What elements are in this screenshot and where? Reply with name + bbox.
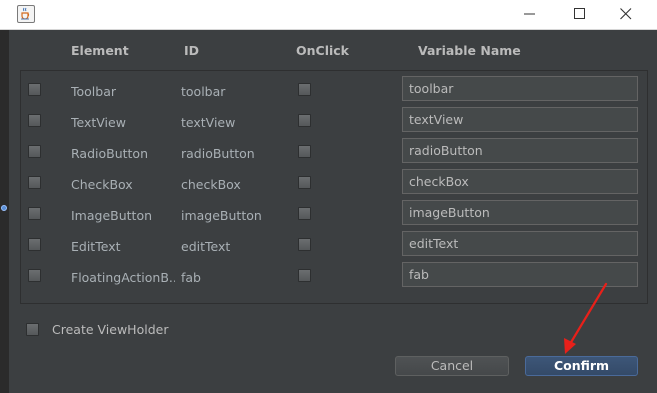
- select-checkbox[interactable]: [28, 269, 41, 282]
- create-viewholder-checkbox[interactable]: [26, 323, 39, 336]
- select-checkbox[interactable]: [28, 145, 41, 158]
- java-cup-icon: [17, 5, 35, 23]
- element-name: RadioButton: [71, 146, 148, 161]
- table-row: EditText editText editText: [21, 231, 647, 263]
- element-name: ImageButton: [71, 208, 153, 223]
- table-row: FloatingActionB... fab fab: [21, 262, 647, 294]
- select-checkbox[interactable]: [28, 176, 41, 189]
- element-id: checkBox: [181, 177, 241, 192]
- select-checkbox[interactable]: [28, 83, 41, 96]
- header-variable-name: Variable Name: [418, 43, 521, 58]
- onclick-checkbox[interactable]: [298, 269, 311, 282]
- table-row: RadioButton radioButton radioButton: [21, 138, 647, 170]
- onclick-checkbox[interactable]: [298, 238, 311, 251]
- element-id: fab: [181, 270, 201, 285]
- header-onclick: OnClick: [296, 43, 349, 58]
- header-element: Element: [71, 43, 129, 58]
- table-row: CheckBox checkBox checkBox: [21, 169, 647, 201]
- select-checkbox[interactable]: [28, 114, 41, 127]
- element-name: CheckBox: [71, 177, 133, 192]
- element-name: EditText: [71, 239, 121, 254]
- variable-name-field[interactable]: textView: [402, 107, 638, 132]
- close-icon: [620, 8, 632, 20]
- element-name: Toolbar: [71, 84, 117, 99]
- title-bar: [0, 0, 657, 30]
- onclick-checkbox[interactable]: [298, 83, 311, 96]
- element-table: Toolbar toolbar toolbar TextView textVie…: [20, 70, 648, 304]
- cancel-button[interactable]: Cancel: [395, 356, 509, 376]
- minimize-button[interactable]: [507, 0, 553, 29]
- variable-name-field[interactable]: imageButton: [402, 200, 638, 225]
- variable-name-field[interactable]: checkBox: [402, 169, 638, 194]
- confirm-button[interactable]: Confirm: [525, 356, 638, 376]
- element-name: FloatingActionB...: [71, 270, 175, 285]
- create-viewholder-label: Create ViewHolder: [52, 322, 169, 337]
- variable-name-field[interactable]: radioButton: [402, 138, 638, 163]
- window-edge: [0, 30, 9, 393]
- element-id: toolbar: [181, 84, 226, 99]
- minimize-icon: [524, 13, 535, 15]
- element-name: TextView: [71, 115, 126, 130]
- onclick-checkbox[interactable]: [298, 145, 311, 158]
- onclick-checkbox[interactable]: [298, 114, 311, 127]
- onclick-checkbox[interactable]: [298, 207, 311, 220]
- select-checkbox[interactable]: [28, 238, 41, 251]
- maximize-icon: [574, 8, 585, 19]
- variable-name-field[interactable]: editText: [402, 231, 638, 256]
- variable-name-field[interactable]: toolbar: [402, 76, 638, 101]
- table-row: Toolbar toolbar toolbar: [21, 76, 647, 108]
- onclick-checkbox[interactable]: [298, 176, 311, 189]
- maximize-button[interactable]: [557, 0, 603, 29]
- table-row: TextView textView textView: [21, 107, 647, 139]
- element-id: textView: [181, 115, 236, 130]
- header-id: ID: [184, 43, 200, 58]
- select-checkbox[interactable]: [28, 207, 41, 220]
- annotation-arrow-icon: [564, 282, 608, 354]
- element-id: radioButton: [181, 146, 255, 161]
- close-button[interactable]: [603, 0, 649, 29]
- element-id: editText: [181, 239, 231, 254]
- table-row: ImageButton imageButton imageButton: [21, 200, 647, 232]
- edge-marker-icon: [1, 205, 7, 211]
- element-id: imageButton: [181, 208, 262, 223]
